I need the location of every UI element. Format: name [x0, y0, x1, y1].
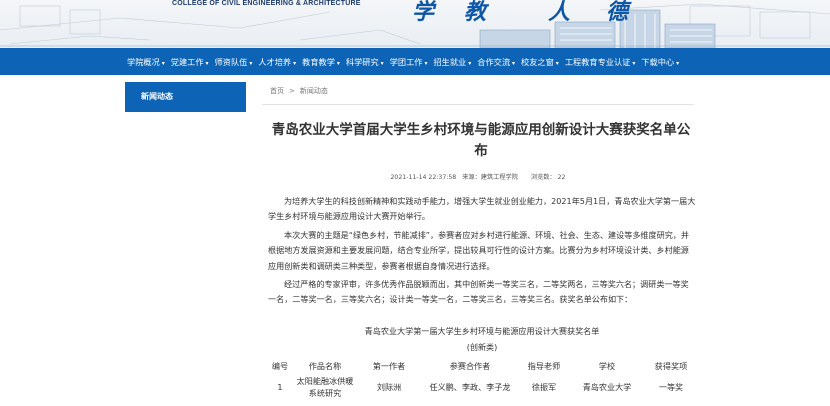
table-header-row: 编号 作品名称 第一作者 参赛合作者 指导老师 学校 获得奖项	[268, 357, 696, 375]
cell-first-author: 刘际洲	[376, 382, 402, 392]
cell-work-title: 太阳能融冰供暖系统研究	[296, 376, 354, 398]
column-header: 第一作者	[372, 360, 406, 371]
chevron-down-icon: ▾	[555, 59, 559, 67]
cell-partners: 任义鹏、李政、李子龙	[429, 382, 511, 392]
header-banner: COLLEGE OF CIVIL ENGINEERING & ARCHITECT…	[0, 0, 830, 48]
breadcrumb-separator: >	[289, 87, 295, 95]
column-header: 参赛合作者	[449, 360, 491, 371]
nav-item-research[interactable]: 科学研究 ▾	[346, 56, 384, 68]
article-meta: 2021-11-14 22:37:58 来源：建筑工程学院 浏览数： 22	[262, 172, 694, 181]
column-header: 编号	[271, 360, 289, 371]
nav-item-cooperation[interactable]: 合作交流 ▾	[477, 56, 515, 68]
cell-advisor: 徐振军	[531, 382, 557, 392]
nav-item-downloads[interactable]: 下载中心 ▾	[641, 56, 679, 68]
nav-item-teaching[interactable]: 教育教学 ▾	[302, 56, 340, 68]
column-header: 作品名称	[308, 360, 342, 371]
chevron-down-icon: ▾	[380, 59, 384, 67]
sidebar-item-news[interactable]: 新闻动态	[125, 82, 246, 112]
table-subtitle: (创新类)	[466, 342, 498, 352]
cell-school: 青岛农业大学	[582, 382, 632, 392]
chevron-down-icon: ▾	[249, 59, 253, 67]
article-source: 来源：建筑工程学院	[462, 174, 518, 181]
nav-item-party[interactable]: 党建工作 ▾	[171, 56, 209, 68]
breadcrumb: 首页 > 新闻动态	[270, 86, 328, 96]
cell-number: 1	[277, 382, 283, 392]
chevron-down-icon: ▾	[161, 59, 165, 67]
nav-item-overview[interactable]: 学院概况 ▾	[127, 56, 165, 68]
article-title: 青岛农业大学首届大学生乡村环境与能源应用创新设计大赛获奖名单公布	[271, 122, 691, 159]
nav-item-accreditation[interactable]: 工程教育专业认证 ▾	[565, 56, 636, 68]
article-paragraph-3: 经过严格的专家评审，许多优秀作品脱颖而出，其中创新类一等奖三名，二等奖两名，三等…	[268, 279, 689, 305]
chevron-down-icon: ▾	[424, 59, 428, 67]
breadcrumb-home-link[interactable]: 首页	[270, 87, 284, 95]
nav-item-student-work[interactable]: 学团工作 ▾	[390, 56, 428, 68]
article-paragraph-1: 为培养大学生的科技创新精神和实践动手能力，增强大学生就业创业能力，2021年5月…	[268, 196, 696, 222]
chevron-down-icon: ▾	[468, 59, 472, 67]
motto-char-4: 德	[606, 0, 629, 25]
chevron-down-icon: ▾	[632, 59, 636, 67]
awards-table: 编号 作品名称 第一作者 参赛合作者 指导老师 学校 获得奖项 1 太阳能融冰供…	[268, 357, 696, 399]
nav-item-alumni[interactable]: 校友之窗 ▾	[521, 56, 559, 68]
nav-item-admissions[interactable]: 招生就业 ▾	[433, 56, 471, 68]
article-date: 2021-11-14 22:37:58	[390, 174, 457, 181]
article-views: 浏览数： 22	[530, 174, 566, 181]
chevron-down-icon: ▾	[676, 59, 680, 67]
chevron-down-icon: ▾	[512, 59, 516, 67]
table-row: 1 太阳能融冰供暖系统研究 刘际洲 任义鹏、李政、李子龙 徐振军 青岛农业大学 …	[268, 375, 696, 399]
motto-char-3: 人	[548, 0, 571, 25]
divider	[262, 104, 694, 105]
cell-award: 一等奖	[658, 382, 684, 392]
nav-item-talent[interactable]: 人才培养 ▾	[258, 56, 296, 68]
motto-char-2: 教	[464, 0, 487, 25]
column-header: 获得奖项	[654, 360, 688, 371]
table-title: 青岛农业大学第一届大学生乡村环境与能源应用设计大赛获奖名单	[364, 326, 600, 336]
chevron-down-icon: ▾	[293, 59, 297, 67]
motto-char-1: 学	[412, 0, 435, 25]
nav-item-faculty[interactable]: 师资队伍 ▾	[215, 56, 253, 68]
college-english-name: COLLEGE OF CIVIL ENGINEERING & ARCHITECT…	[172, 0, 361, 7]
chevron-down-icon: ▾	[205, 59, 209, 67]
chevron-down-icon: ▾	[336, 59, 340, 67]
column-header: 指导老师	[527, 360, 561, 371]
column-header: 学校	[598, 360, 616, 371]
article-paragraph-2: 本次大赛的主题是“绿色乡村，节能减排”，参赛者应对乡村进行能源、环境、社会、生态…	[268, 230, 689, 271]
breadcrumb-current-link[interactable]: 新闻动态	[300, 87, 328, 95]
main-nav: 学院概况 ▾ 党建工作 ▾ 师资队伍 ▾ 人才培养 ▾ 教育教学 ▾ 科学研究 ▾ 学团工作…	[0, 48, 830, 75]
